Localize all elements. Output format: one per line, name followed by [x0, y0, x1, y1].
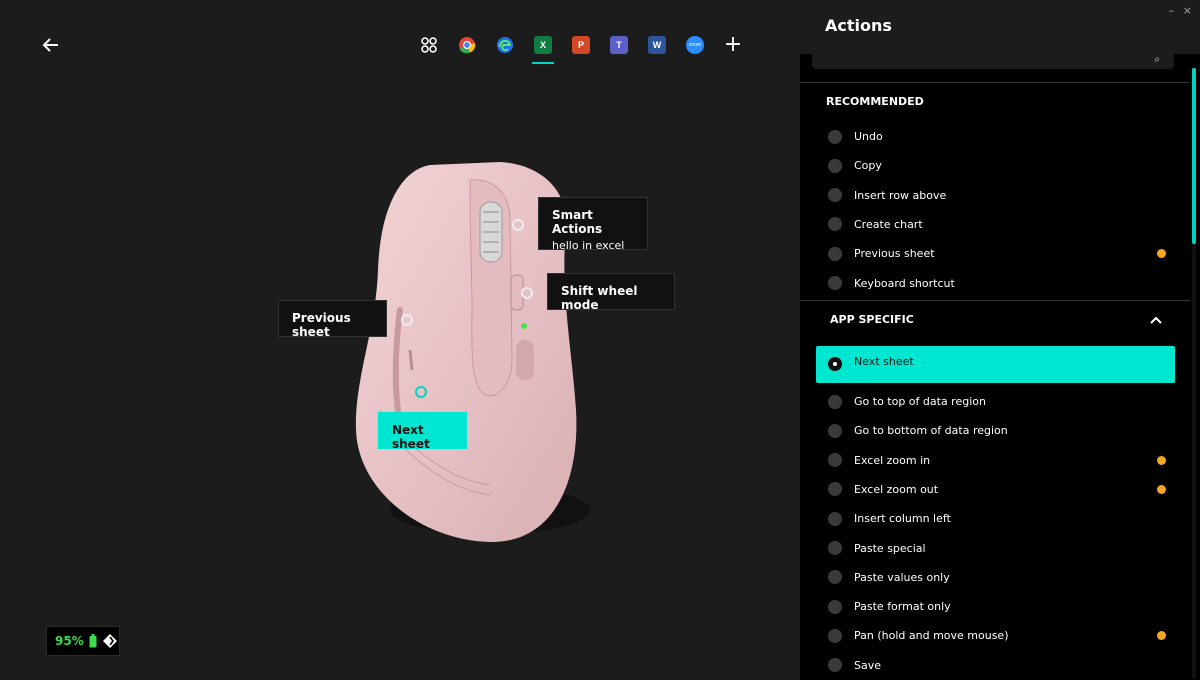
- word-icon[interactable]: W: [638, 30, 676, 60]
- new-badge-icon: [1157, 455, 1166, 465]
- action-label: Insert row above: [854, 188, 947, 202]
- action-item[interactable]: Insert row above: [800, 181, 1190, 210]
- action-item[interactable]: Previous sheet: [800, 239, 1190, 268]
- recommended-heading: RECOMMENDED: [826, 95, 924, 108]
- smart-actions-hotspot[interactable]: [512, 219, 524, 231]
- device-view: X P T W zoom + Smart Actions hello in ex…: [0, 0, 800, 680]
- battery-icon: [89, 634, 97, 648]
- radio-button[interactable]: [828, 276, 842, 290]
- radio-button[interactable]: [828, 541, 842, 555]
- actions-panel: Actions – × ⌕ RECOMMENDED Undo Copy Insert…: [800, 0, 1200, 680]
- action-item[interactable]: Insert column left: [800, 504, 1190, 533]
- new-badge-icon: [1157, 484, 1166, 494]
- action-label: Copy: [854, 159, 882, 173]
- action-item[interactable]: Pan (hold and move mouse): [800, 621, 1190, 650]
- previous-sheet-callout[interactable]: Previous sheet: [278, 300, 387, 339]
- all-apps-icon[interactable]: [410, 30, 448, 60]
- powerpoint-icon[interactable]: P: [562, 30, 600, 60]
- selected-action-label: Next sheet: [854, 355, 914, 368]
- search-icon: ⌕: [1154, 54, 1160, 65]
- search-input[interactable]: ⌕: [812, 54, 1174, 69]
- radio-button[interactable]: [828, 394, 842, 409]
- battery-status: 95%: [46, 626, 120, 656]
- minimize-button[interactable]: –: [1169, 4, 1175, 17]
- teams-icon[interactable]: T: [600, 30, 638, 60]
- radio-button[interactable]: [828, 599, 842, 614]
- action-item[interactable]: Undo: [800, 122, 1190, 151]
- zoom-icon[interactable]: zoom: [676, 30, 714, 60]
- smart-actions-title: Smart Actions: [552, 208, 603, 236]
- battery-percent: 95%: [55, 634, 84, 648]
- action-label: Insert column left: [854, 512, 951, 526]
- previous-sheet-hotspot[interactable]: [401, 314, 413, 326]
- action-label: Paste format only: [854, 600, 951, 614]
- action-label: Excel zoom in: [854, 453, 931, 467]
- app-bar: X P T W zoom +: [410, 30, 752, 64]
- divider: [800, 300, 1190, 301]
- action-item[interactable]: Save: [800, 651, 1190, 680]
- radio-button[interactable]: [828, 188, 842, 203]
- action-item[interactable]: Excel zoom out: [800, 475, 1190, 504]
- action-label: Go to top of data region: [854, 395, 986, 408]
- radio-button[interactable]: [828, 246, 842, 261]
- add-app-icon[interactable]: +: [714, 30, 752, 60]
- connection-icon: [102, 634, 117, 648]
- new-badge-icon: [1157, 631, 1166, 641]
- radio-button[interactable]: [828, 658, 842, 673]
- divider: [800, 82, 1190, 83]
- chevron-up-icon[interactable]: [1149, 315, 1163, 325]
- scrollbar-thumb[interactable]: [1192, 68, 1196, 244]
- radio-button[interactable]: [828, 628, 842, 643]
- action-item[interactable]: Paste format only: [800, 592, 1190, 621]
- selected-action-next-sheet[interactable]: Next sheet: [816, 346, 1175, 383]
- smart-actions-subtitle: hello in excel: [552, 239, 625, 252]
- action-item[interactable]: Go to bottom of data region: [800, 416, 1190, 445]
- shift-wheel-hotspot[interactable]: [521, 287, 533, 299]
- action-item[interactable]: Copy: [800, 151, 1190, 180]
- panel-title: Actions: [825, 16, 892, 35]
- back-arrow-icon[interactable]: [40, 34, 62, 56]
- chrome-icon[interactable]: [448, 30, 486, 60]
- action-item[interactable]: Paste values only: [800, 563, 1190, 592]
- smart-actions-callout[interactable]: Smart Actions hello in excel: [538, 197, 648, 252]
- action-item[interactable]: Go to top of data region: [800, 387, 1190, 416]
- shift-wheel-callout[interactable]: Shift wheel mode: [547, 273, 675, 312]
- radio-selected: [828, 357, 842, 371]
- action-label: Paste values only: [854, 570, 950, 584]
- close-button[interactable]: ×: [1183, 4, 1192, 17]
- app-specific-heading: APP SPECIFIC: [830, 313, 914, 326]
- action-item[interactable]: Excel zoom in: [800, 446, 1190, 475]
- action-label: Paste special: [854, 541, 926, 555]
- radio-button[interactable]: [828, 511, 842, 526]
- action-label: Keyboard shortcut: [854, 276, 955, 290]
- radio-button[interactable]: [828, 423, 842, 438]
- edge-icon[interactable]: [486, 30, 524, 60]
- action-label: Undo: [854, 130, 883, 143]
- action-label: Pan (hold and move mouse): [854, 629, 1009, 643]
- action-label: Save: [854, 658, 882, 672]
- radio-button[interactable]: [828, 570, 842, 585]
- action-label: Previous sheet: [854, 247, 935, 261]
- action-label: Create chart: [854, 217, 923, 231]
- radio-button[interactable]: [828, 482, 842, 497]
- next-sheet-callout[interactable]: Next sheet: [378, 412, 467, 451]
- action-label: Excel zoom out: [854, 482, 939, 496]
- panel-header: Actions – ×: [800, 0, 1200, 54]
- new-badge-icon: [1157, 249, 1166, 259]
- excel-icon[interactable]: X: [524, 30, 562, 64]
- next-sheet-hotspot[interactable]: [415, 386, 427, 398]
- radio-button[interactable]: [828, 217, 842, 232]
- action-item[interactable]: Keyboard shortcut: [800, 269, 1190, 298]
- action-item[interactable]: Paste special: [800, 534, 1190, 563]
- radio-button[interactable]: [828, 158, 842, 173]
- action-item[interactable]: Create chart: [800, 210, 1190, 239]
- radio-button[interactable]: [828, 129, 842, 144]
- action-label: Go to bottom of data region: [854, 424, 1008, 438]
- radio-button[interactable]: [828, 453, 842, 468]
